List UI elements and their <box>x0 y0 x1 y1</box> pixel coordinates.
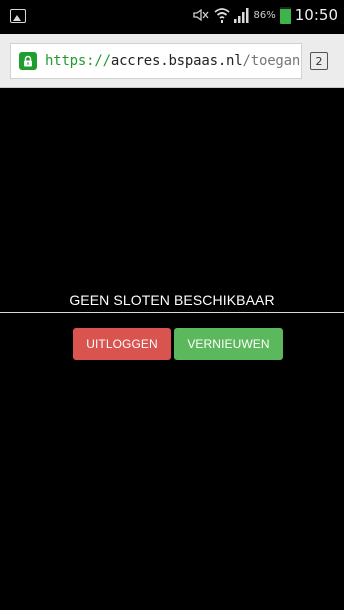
divider <box>0 312 344 313</box>
notification-area <box>10 9 26 23</box>
url-scheme: https <box>45 53 87 69</box>
url-field[interactable]: https://accres.bspaas.nl/toegang <box>10 43 302 79</box>
phone-screen: 86% 10:50 https://accres.bspaas.nl/toega… <box>0 0 344 610</box>
lock-icon[interactable] <box>19 52 37 70</box>
gallery-icon <box>10 9 26 23</box>
status-indicators: 86% 10:50 <box>192 6 338 24</box>
url-host: accres.bspaas.nl <box>110 53 243 69</box>
refresh-button[interactable]: VERNIEUWEN <box>174 328 283 360</box>
url-path: /toegang <box>242 53 302 69</box>
status-clock: 10:50 <box>294 6 338 24</box>
logout-button[interactable]: UITLOGGEN <box>73 328 171 360</box>
no-slots-message: GEEN SLOTEN BESCHIKBAAR <box>69 292 275 308</box>
status-bar: 86% 10:50 <box>0 0 344 34</box>
tab-switcher-button[interactable]: 2 <box>310 52 328 70</box>
browser-address-bar: https://accres.bspaas.nl/toegang 2 <box>0 34 344 88</box>
url-separator: :// <box>86 53 111 69</box>
url-text: https://accres.bspaas.nl/toegang <box>45 53 302 69</box>
battery-icon <box>279 6 291 24</box>
battery-percent: 86% <box>253 9 276 21</box>
signal-icon <box>233 7 249 23</box>
web-content: GEEN SLOTEN BESCHIKBAAR UITLOGGEN VERNIE… <box>0 88 344 610</box>
mute-icon <box>192 8 210 22</box>
wifi-icon <box>213 6 230 24</box>
